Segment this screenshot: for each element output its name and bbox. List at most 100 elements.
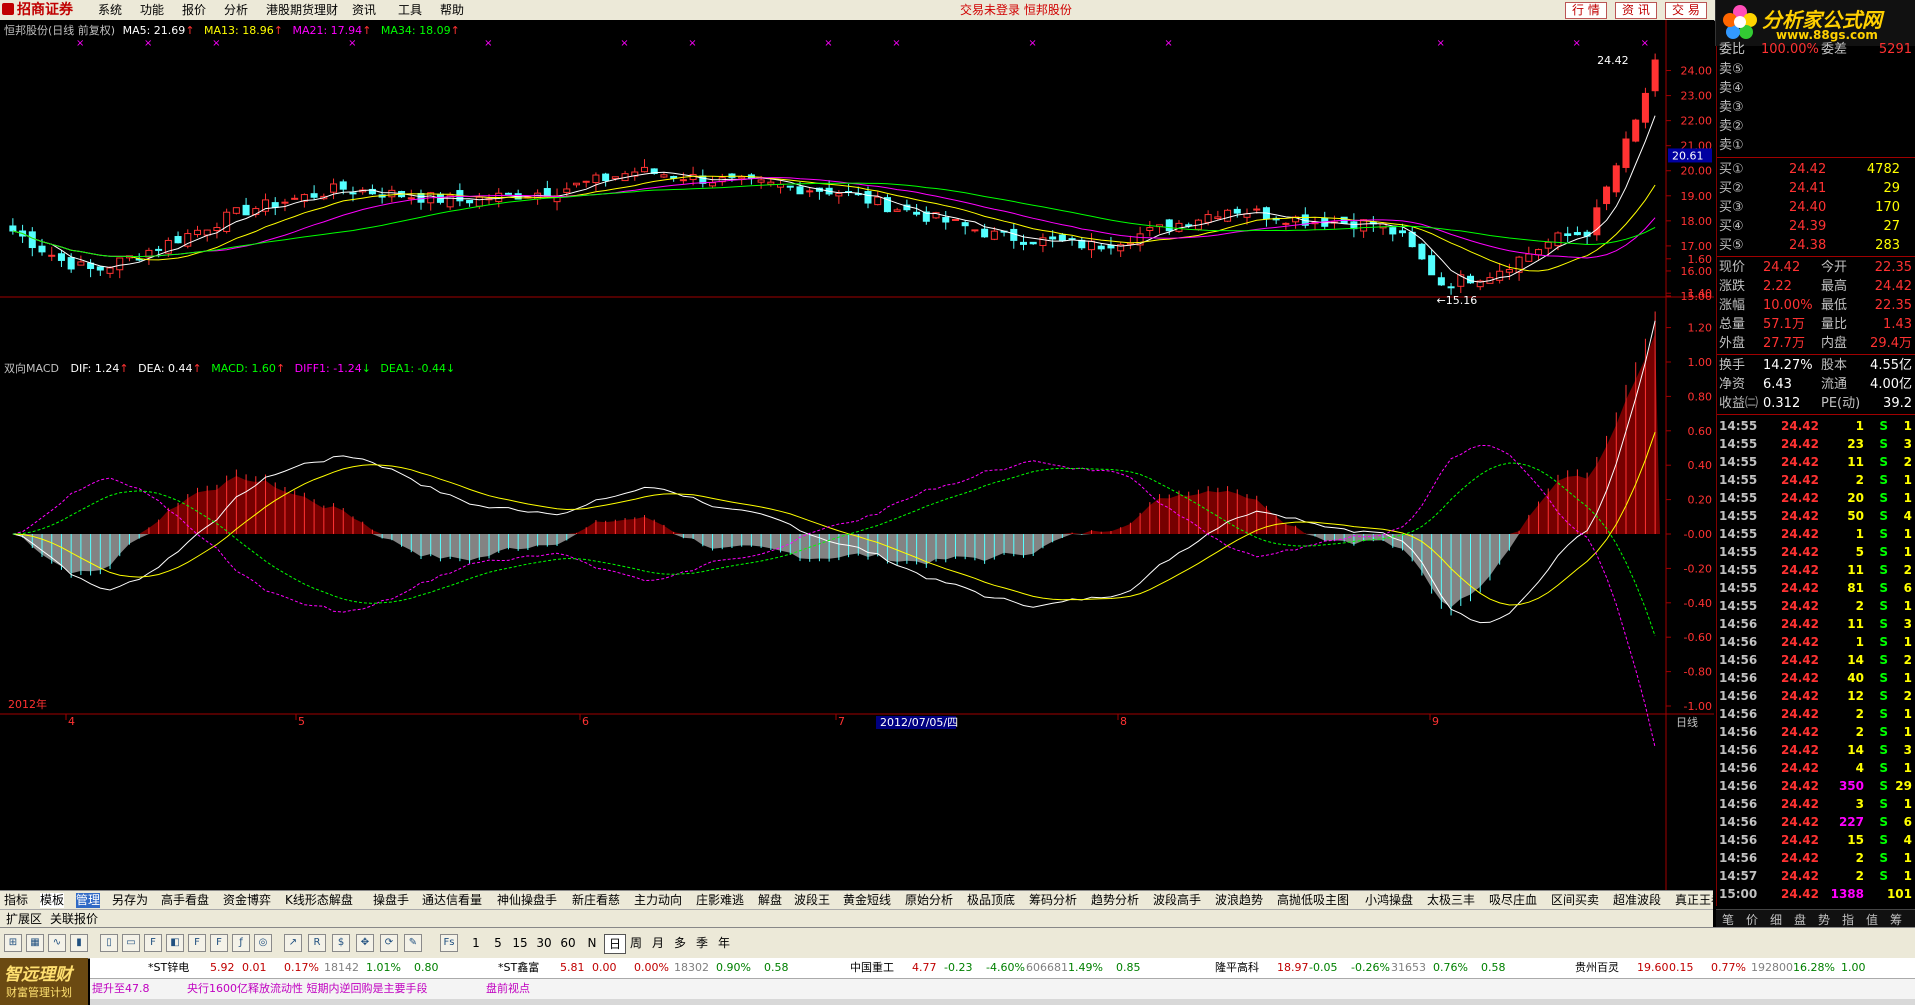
- period-button[interactable]: 多: [670, 934, 690, 952]
- quote-tab[interactable]: 值: [1866, 911, 1878, 928]
- minute-chart-icon[interactable]: ⊞: [4, 934, 22, 952]
- indicator-tab[interactable]: 庄影难逃: [696, 893, 744, 908]
- indicator-tab[interactable]: 黄金短线: [843, 893, 891, 908]
- menu-function[interactable]: 功能: [140, 2, 164, 18]
- tab-expand-area[interactable]: 扩展区: [6, 911, 42, 927]
- period-button[interactable]: 年: [714, 934, 734, 952]
- indicator-tab[interactable]: 波段高手: [1153, 893, 1201, 908]
- quote-tab[interactable]: 价: [1746, 911, 1758, 928]
- tick-side: S: [1879, 437, 1888, 451]
- indicator-tab[interactable]: 趋势分析: [1091, 893, 1139, 908]
- indicator-tab[interactable]: 波浪趋势: [1215, 893, 1263, 908]
- indicator-tab[interactable]: 极品顶底: [967, 893, 1015, 908]
- indicator-tab[interactable]: 筹码分析: [1029, 893, 1077, 908]
- fs-icon[interactable]: Fs: [440, 934, 458, 952]
- tab-related-quote[interactable]: 关联报价: [50, 911, 98, 927]
- news-item[interactable]: 提升至47.8: [92, 982, 150, 996]
- period-button[interactable]: 60: [558, 934, 578, 952]
- indicator-tab[interactable]: 小鸿操盘: [1365, 893, 1413, 908]
- indicator-tab[interactable]: 高抛低吸主图: [1277, 893, 1349, 908]
- stat-label: 总量: [1719, 317, 1746, 332]
- line-tool-icon[interactable]: ↗: [284, 934, 302, 952]
- indicator-tab[interactable]: 原始分析: [905, 893, 953, 908]
- indicator-tab[interactable]: 波段王: [794, 893, 830, 908]
- news-item[interactable]: 盘前视点: [486, 982, 530, 996]
- period-button[interactable]: 月: [648, 934, 668, 952]
- menu-quote[interactable]: 报价: [182, 2, 206, 18]
- indicator-tab[interactable]: 另存为: [112, 893, 148, 908]
- tick-time: 14:55: [1719, 455, 1758, 469]
- news-item[interactable]: 央行1600亿释放流动性 短期内逆回购是主要手段: [187, 982, 428, 996]
- indicator-tab[interactable]: 真正王者指标: [1675, 893, 1713, 908]
- kline-icon[interactable]: ▦: [26, 934, 44, 952]
- ticker-name[interactable]: 中国重工: [850, 961, 894, 975]
- candle: [417, 193, 425, 203]
- indicator-tab[interactable]: 操盘手: [373, 893, 409, 908]
- trade-button[interactable]: 交 易: [1665, 2, 1707, 19]
- indicator-tab[interactable]: 管理: [76, 893, 101, 908]
- quote-tab[interactable]: 筹: [1890, 911, 1902, 928]
- info-icon[interactable]: ◧: [166, 934, 184, 952]
- menu-analysis[interactable]: 分析: [224, 2, 248, 18]
- brand-logo[interactable]: 智远理财 财富管理计划: [0, 958, 88, 1005]
- formula-icon[interactable]: ƒ: [232, 934, 250, 952]
- indicator-tab[interactable]: 解盘: [758, 893, 782, 908]
- refresh-icon[interactable]: ⟳: [380, 934, 398, 952]
- candle: [1029, 241, 1037, 245]
- indicator-tab[interactable]: 神仙操盘手: [497, 893, 557, 908]
- indicator-tab[interactable]: 太极三丰: [1427, 893, 1475, 908]
- info-button[interactable]: 资 讯: [1615, 2, 1657, 19]
- quote-tab[interactable]: 势: [1818, 911, 1830, 928]
- period-button[interactable]: 1: [466, 934, 486, 952]
- indicator-tab[interactable]: 通达信看量: [422, 893, 482, 908]
- screen-icon[interactable]: ▭: [122, 934, 140, 952]
- chart-area[interactable]: × × × × × × × × × × × × × × 24.0023.0022.0021.0020.00…: [0, 20, 1714, 890]
- quote-tab[interactable]: 细: [1770, 911, 1782, 928]
- indicator-tab[interactable]: 新庄看慈: [572, 893, 620, 908]
- menu-news[interactable]: 资讯: [352, 2, 376, 18]
- indicator-tab[interactable]: 区间买卖: [1551, 893, 1599, 908]
- indicator-tab[interactable]: 主力动向: [634, 893, 682, 908]
- indicator-tab[interactable]: 高手看盘: [161, 893, 209, 908]
- bar-chart-icon[interactable]: ▮: [70, 934, 88, 952]
- menu-hk-futures[interactable]: 港股期货理财: [266, 2, 338, 18]
- ticker-name[interactable]: 隆平高科: [1215, 961, 1259, 975]
- menu-system[interactable]: 系统: [98, 2, 122, 18]
- menu-help[interactable]: 帮助: [440, 2, 464, 18]
- indicator-tab[interactable]: 指标: [4, 893, 28, 908]
- dollar-icon[interactable]: $: [332, 934, 350, 952]
- f2-icon[interactable]: F: [188, 934, 206, 952]
- tick-price: 24.42: [1781, 545, 1819, 559]
- indicator-tab[interactable]: 资金博弈: [223, 893, 271, 908]
- quote-tab[interactable]: 笔: [1722, 911, 1734, 928]
- period-button[interactable]: N: [582, 934, 602, 952]
- period-button[interactable]: 5: [488, 934, 508, 952]
- f10-icon[interactable]: F: [144, 934, 162, 952]
- tick-time: 14:56: [1719, 815, 1758, 829]
- period-button[interactable]: 日: [604, 934, 626, 954]
- indicator-tab[interactable]: K线形态解盘: [285, 893, 353, 908]
- line-chart-icon[interactable]: ∿: [48, 934, 66, 952]
- quote-tab[interactable]: 盘: [1794, 911, 1806, 928]
- ticker-name[interactable]: *ST鑫富: [498, 961, 539, 975]
- period-button[interactable]: 30: [534, 934, 554, 952]
- indicator-tab[interactable]: 超准波段: [1613, 893, 1661, 908]
- stat-row: 换手 14.27% 股本 4.55亿: [1717, 356, 1915, 375]
- period-button[interactable]: 15: [510, 934, 530, 952]
- ticker-name[interactable]: *ST锌电: [148, 961, 189, 975]
- candle-chart-icon[interactable]: ▯: [100, 934, 118, 952]
- f3-icon[interactable]: F: [210, 934, 228, 952]
- quote-button[interactable]: 行 情: [1565, 2, 1607, 19]
- move-icon[interactable]: ✥: [356, 934, 374, 952]
- indicator-tab[interactable]: 模板: [40, 893, 65, 908]
- indicator-tab[interactable]: 吸尽庄血: [1489, 893, 1537, 908]
- candle: [466, 199, 474, 204]
- ticker-name[interactable]: 贵州百灵: [1575, 961, 1619, 975]
- zoom-icon[interactable]: ◎: [254, 934, 272, 952]
- menu-tools[interactable]: 工具: [398, 2, 422, 18]
- period-button[interactable]: 季: [692, 934, 712, 952]
- pen-icon[interactable]: ✎: [404, 934, 422, 952]
- period-button[interactable]: 周: [626, 934, 646, 952]
- quote-tab[interactable]: 指: [1842, 911, 1854, 928]
- rsi-icon[interactable]: R: [308, 934, 326, 952]
